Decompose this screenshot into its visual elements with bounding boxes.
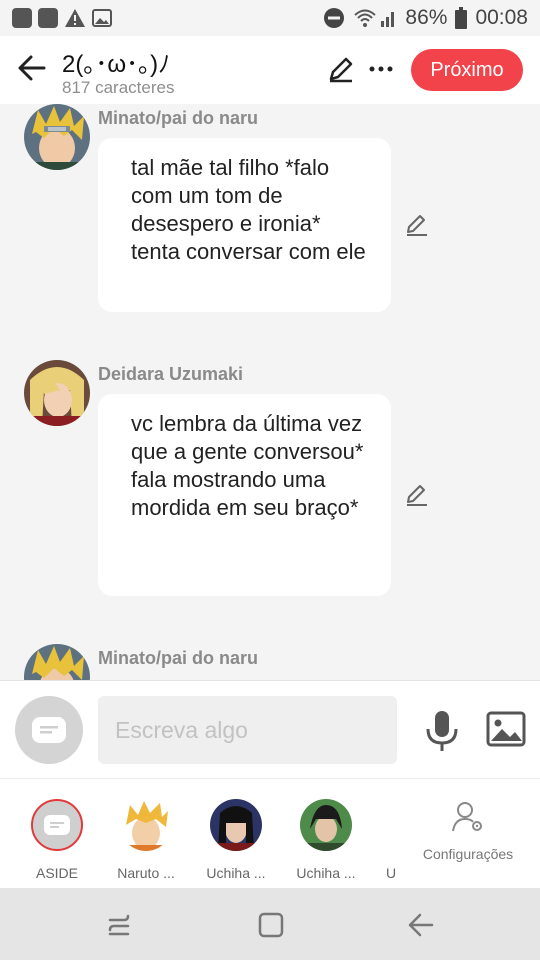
character-label: ASIDE — [35, 865, 78, 881]
edit-pencil-icon[interactable] — [326, 54, 356, 84]
aside-avatar — [31, 799, 83, 851]
recent-apps-icon[interactable] — [104, 910, 134, 940]
do-not-disturb-icon — [324, 8, 345, 28]
warning-icon — [65, 9, 85, 27]
naruto-avatar — [120, 799, 172, 851]
naruto-avatar-image — [120, 799, 172, 851]
wifi-signal-icon — [354, 9, 395, 27]
avatar-minato[interactable] — [24, 104, 90, 170]
home-icon[interactable] — [256, 910, 286, 940]
notification-icons — [12, 8, 112, 28]
minato-avatar-image — [24, 644, 90, 680]
sender-name: Minato/pai do naru — [98, 108, 258, 128]
hidden-avatar — [380, 799, 402, 851]
system-status: 86% 00:08 — [323, 6, 528, 30]
battery-percent: 86% — [405, 6, 448, 29]
clock: 00:08 — [475, 6, 528, 29]
avatar-deidara[interactable] — [24, 360, 90, 426]
sender-name: Minato/pai do naru — [98, 648, 258, 668]
character-uchiha-2[interactable]: Uchiha ... — [290, 799, 362, 881]
character-uchiha-1[interactable]: Uchiha ... — [200, 799, 272, 881]
avatar-minato[interactable] — [24, 644, 90, 680]
uchiha-avatar-image — [300, 799, 352, 851]
sender-name: Deidara Uzumaki — [98, 364, 244, 384]
character-selector: ASIDE Naruto ... Uchiha ... Uchiha ... U… — [0, 778, 540, 888]
more-options-icon[interactable] — [366, 56, 396, 82]
character-aside[interactable]: ASIDE — [21, 799, 93, 881]
edit-message-icon[interactable] — [404, 212, 430, 238]
message-bubble[interactable]: vc lembra da última vez que a gente conv… — [98, 394, 391, 596]
user-settings-icon — [452, 802, 482, 832]
character-partial[interactable]: U — [380, 799, 402, 881]
character-label: Naruto ... — [117, 865, 175, 881]
microphone-icon[interactable] — [422, 709, 462, 753]
system-nav-bar — [0, 888, 540, 960]
composer-bar — [0, 680, 540, 778]
character-naruto[interactable]: Naruto ... — [110, 799, 182, 881]
deidara-avatar-image — [24, 360, 90, 426]
chat-title: 2(｡･ω･｡)ﾉ — [62, 51, 171, 78]
message-input[interactable] — [98, 696, 397, 764]
app-notification-icon — [38, 8, 58, 28]
back-arrow-icon[interactable] — [16, 52, 48, 84]
character-count: 817 caracteres — [62, 78, 175, 97]
app-notification-icon — [12, 8, 32, 28]
character-label: Uchiha ... — [206, 865, 266, 881]
message-bubble[interactable]: tal mãe tal filho *falo com um tom de de… — [98, 138, 391, 312]
aside-toggle-button[interactable] — [15, 696, 83, 764]
uchiha-avatar — [210, 799, 262, 851]
minato-avatar-image — [24, 104, 90, 170]
image-notification-icon — [92, 9, 112, 27]
config-label: Configurações — [422, 846, 514, 862]
top-bar: 2(｡･ω･｡)ﾉ 817 caracteres Próximo — [0, 36, 540, 104]
config-button[interactable]: Configurações — [416, 801, 520, 862]
uchiha-avatar — [300, 799, 352, 851]
chat-area: Minato/pai do naru tal mãe tal filho *fa… — [0, 104, 540, 680]
chat-bubble-icon — [44, 815, 70, 835]
chat-bubble-icon — [32, 717, 66, 743]
character-label: U — [385, 865, 397, 881]
status-bar: 86% 00:08 — [0, 0, 540, 36]
edit-message-icon[interactable] — [404, 482, 430, 508]
character-label: Uchiha ... — [296, 865, 356, 881]
uchiha-avatar-image — [210, 799, 262, 851]
next-button[interactable]: Próximo — [411, 49, 523, 91]
back-nav-icon[interactable] — [406, 910, 436, 940]
battery-icon — [455, 7, 468, 29]
image-attach-icon[interactable] — [486, 711, 526, 747]
